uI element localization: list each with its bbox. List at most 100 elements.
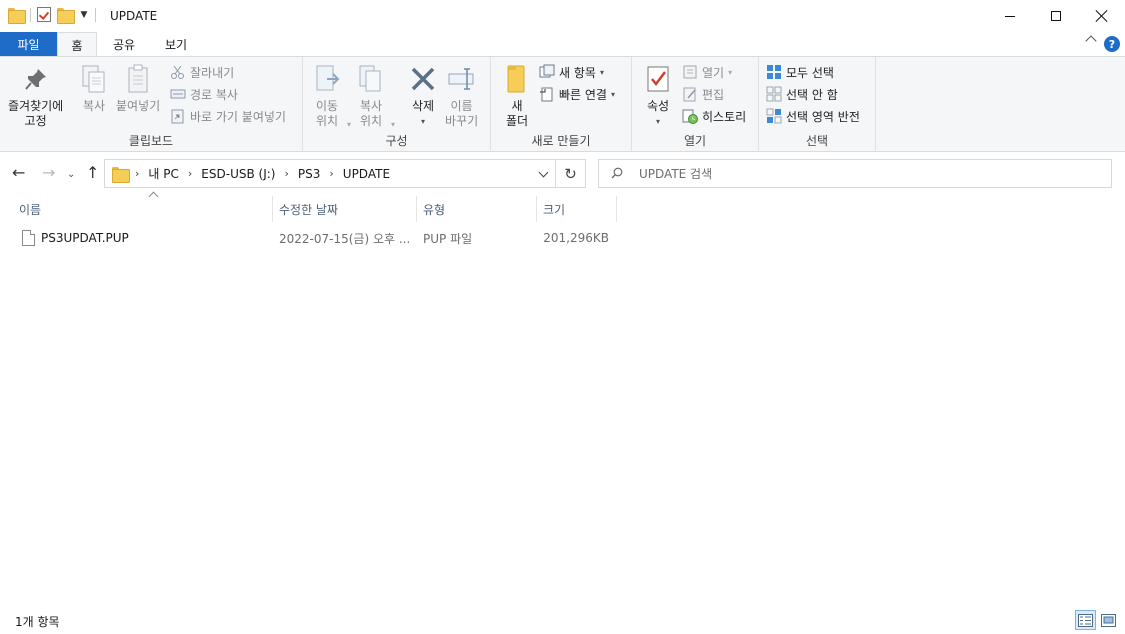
help-icon[interactable]: ? xyxy=(1104,36,1120,52)
properties-check-icon[interactable] xyxy=(37,7,51,22)
customize-toolbar-dropdown-icon[interactable]: ▼ xyxy=(79,10,89,20)
move-to-button[interactable]: 이동 위치 ▾ xyxy=(311,61,351,129)
toolbar-separator xyxy=(30,7,31,22)
rename-button[interactable]: 이름 바꾸기 xyxy=(445,61,478,129)
easy-access-button[interactable]: 빠른 연결 ▾ xyxy=(539,84,615,104)
invert-selection-label: 선택 영역 반전 xyxy=(786,109,860,124)
open-label: 열기 xyxy=(702,65,725,80)
recent-locations-chevron-icon[interactable]: ⌄ xyxy=(67,167,75,183)
item-count: 1개 항목 xyxy=(15,615,60,629)
tab-share[interactable]: 공유 xyxy=(104,32,144,56)
breadcrumb-chevron-icon[interactable]: › xyxy=(188,167,192,180)
new-item-button[interactable]: 새 항목 ▾ xyxy=(539,62,604,82)
breadcrumb-chevron-icon[interactable]: › xyxy=(329,167,333,180)
file-icon xyxy=(22,230,35,246)
open-group-label: 열기 xyxy=(683,134,707,148)
column-header-name[interactable]: 이름 xyxy=(13,191,273,222)
select-all-button[interactable]: 모두 선택 xyxy=(766,62,834,82)
easy-access-label: 빠른 연결 xyxy=(559,87,607,102)
folder-icon xyxy=(8,7,26,24)
back-arrow-icon[interactable]: ← xyxy=(12,165,25,181)
search-input[interactable] xyxy=(639,165,1099,183)
edit-button[interactable]: 편집 xyxy=(682,84,724,104)
properties-label: 속성 xyxy=(646,99,670,113)
properties-button[interactable]: 속성 ▾ xyxy=(642,61,674,129)
new-group-label: 새로 만들기 xyxy=(531,134,591,148)
breadcrumb-chevron-icon[interactable]: › xyxy=(135,167,139,180)
paste-icon xyxy=(122,61,154,97)
tab-view[interactable]: 보기 xyxy=(152,32,200,56)
invert-selection-button[interactable]: 선택 영역 반전 xyxy=(766,106,860,126)
breadcrumb-item-update[interactable]: UPDATE xyxy=(343,167,390,181)
paste-button[interactable]: 붙여넣기 xyxy=(116,61,160,114)
large-icons-view-icon xyxy=(1101,613,1116,627)
copy-path-button[interactable]: 경로 복사 xyxy=(170,84,238,104)
close-button[interactable] xyxy=(1079,0,1125,32)
delete-button[interactable]: 삭제 ▾ xyxy=(407,61,439,129)
table-row[interactable]: PS3UPDAT.PUP 2022-07-15(금) 오후 ... PUP 파일… xyxy=(14,227,614,249)
forward-arrow-icon[interactable]: → xyxy=(42,165,55,181)
collapse-ribbon-icon[interactable] xyxy=(1085,35,1097,47)
properties-icon xyxy=(642,61,674,97)
file-modified: 2022-07-15(금) 오후 ... xyxy=(279,231,411,246)
select-none-label: 선택 안 함 xyxy=(786,87,838,102)
select-group-label: 선택 xyxy=(805,134,829,148)
large-icons-view-button[interactable] xyxy=(1098,610,1119,630)
breadcrumb-chevron-icon[interactable]: › xyxy=(284,167,288,180)
easy-access-icon xyxy=(540,87,553,102)
copy-button[interactable]: 복사 xyxy=(78,61,110,114)
select-none-button[interactable]: 선택 안 함 xyxy=(766,84,838,104)
details-view-button[interactable] xyxy=(1075,610,1096,630)
cut-label: 잘라내기 xyxy=(190,65,235,80)
maximize-button[interactable] xyxy=(1033,0,1079,32)
open-group: 속성 ▾ 열기 ▾ 편집 히스토리 열기 xyxy=(632,57,759,152)
paste-shortcut-label: 바로 가기 붙여넣기 xyxy=(190,109,286,124)
minimize-button[interactable] xyxy=(987,0,1033,32)
window-controls xyxy=(987,0,1125,32)
new-folder-button[interactable]: 새 폴더 xyxy=(501,61,533,129)
pin-to-quick-access-button[interactable]: 즐겨찾기에 고정 xyxy=(8,61,63,129)
copy-to-button[interactable]: 복사 위치 ▾ xyxy=(355,61,395,129)
quick-access-toolbar: ▼ xyxy=(8,7,96,24)
open-icon xyxy=(683,65,697,79)
breadcrumb-item-usb-drive[interactable]: ESD-USB (J:) xyxy=(201,167,275,181)
status-bar: 1개 항목 xyxy=(0,608,1125,634)
properties-dropdown-icon: ▾ xyxy=(655,117,660,126)
tab-file[interactable]: 파일 xyxy=(0,32,57,56)
column-name-label: 이름 xyxy=(19,202,42,217)
file-name-cell: PS3UPDAT.PUP xyxy=(22,227,272,249)
copy-to-icon xyxy=(355,61,387,97)
new-group: 새 폴더 새 항목 ▾ 빠른 연결 ▾ 새로 만들기 xyxy=(491,57,632,152)
toolbar-separator xyxy=(95,7,96,22)
breadcrumb-item-ps3[interactable]: PS3 xyxy=(298,167,321,181)
select-group: 모두 선택 선택 안 함 선택 영역 반전 선택 xyxy=(759,57,876,152)
breadcrumb-item-my-pc[interactable]: 내 PC xyxy=(148,165,178,182)
window-title: UPDATE xyxy=(110,9,158,23)
up-arrow-icon[interactable]: ↑ xyxy=(86,165,99,181)
copy-icon xyxy=(78,61,110,97)
column-size-label: 크기 xyxy=(543,202,566,217)
delete-label: 삭제 xyxy=(411,99,435,113)
address-history-dropdown-icon[interactable] xyxy=(538,167,549,178)
column-header-size[interactable]: 크기 xyxy=(537,196,617,222)
history-label: 히스토리 xyxy=(702,109,747,124)
new-folder-quick-icon[interactable] xyxy=(57,7,75,24)
column-header-modified[interactable]: 수정한 날짜 xyxy=(273,196,417,222)
open-dropdown-icon: ▾ xyxy=(728,67,733,77)
cut-button[interactable]: 잘라내기 xyxy=(170,62,234,82)
delete-x-icon xyxy=(407,61,439,97)
move-to-dropdown-icon: ▾ xyxy=(347,120,352,129)
address-bar[interactable]: › 내 PC › ESD-USB (J:) › PS3 › UPDATE xyxy=(104,159,556,188)
edit-label: 편집 xyxy=(702,87,725,102)
refresh-button[interactable]: ↻ xyxy=(556,159,586,188)
minimize-icon xyxy=(1005,15,1015,17)
open-button[interactable]: 열기 ▾ xyxy=(682,62,732,82)
new-folder-icon xyxy=(501,61,533,97)
paste-shortcut-button[interactable]: 바로 가기 붙여넣기 xyxy=(170,106,286,126)
column-header-type[interactable]: 유형 xyxy=(417,196,537,222)
maximize-icon xyxy=(1051,11,1061,21)
history-button[interactable]: 히스토리 xyxy=(682,106,746,126)
tab-home[interactable]: 홈 xyxy=(57,32,97,57)
copy-label: 복사 xyxy=(82,99,106,113)
select-all-icon xyxy=(767,65,781,79)
